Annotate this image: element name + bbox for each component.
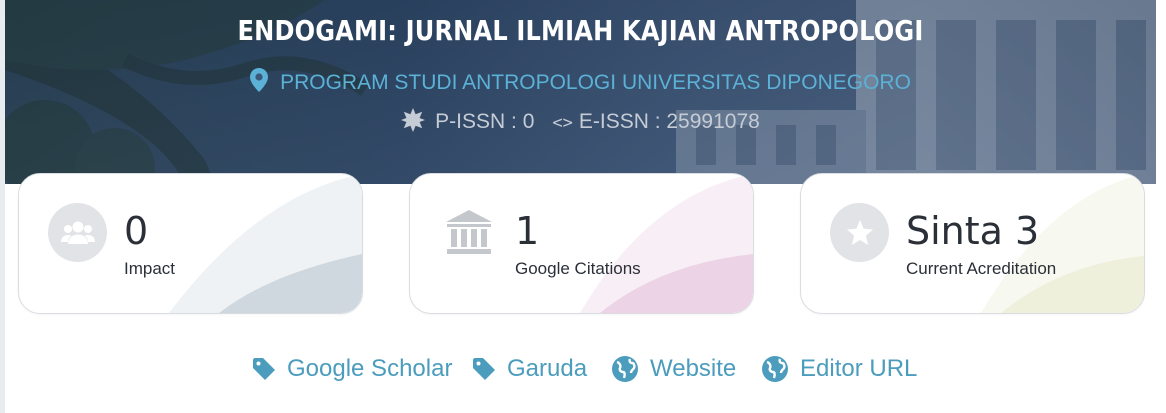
google-scholar-label: Google Scholar	[287, 355, 453, 382]
website-label: Website	[650, 355, 737, 382]
accreditation-value: Sinta 3	[906, 209, 1040, 253]
tag-icon	[473, 358, 495, 380]
issn-line: P-ISSN : 0 <> E-ISSN : 25991078	[5, 108, 1156, 138]
google-scholar-link[interactable]: Google Scholar	[253, 352, 452, 386]
globe-icon	[612, 356, 638, 382]
google-citations-card: 1 Google Citations	[409, 173, 754, 314]
globe-icon	[762, 356, 788, 382]
garuda-label: Garuda	[507, 355, 588, 382]
accreditation-label: Current Acreditation	[906, 259, 1057, 278]
garuda-link[interactable]: Garuda	[473, 352, 587, 386]
users-icon	[48, 203, 107, 262]
certificate-icon	[401, 108, 426, 138]
institution-icon	[439, 203, 498, 262]
p-issn: P-ISSN : 0	[435, 110, 535, 133]
journal-title: ENDOGAMI: JURNAL ILMIAH KAJIAN ANTROPOLO…	[237, 14, 924, 47]
code-icon: <>	[552, 113, 573, 133]
impact-value: 0	[124, 209, 149, 253]
star-icon	[830, 203, 889, 262]
e-issn: E-ISSN : 25991078	[578, 110, 760, 133]
accreditation-card: Sinta 3 Current Acreditation	[800, 173, 1145, 314]
tag-icon	[253, 358, 275, 380]
google-citations-value: 1	[515, 209, 540, 253]
journal-hero-banner: ENDOGAMI: JURNAL ILMIAH KAJIAN ANTROPOLO…	[5, 0, 1156, 184]
editor-url-link[interactable]: Editor URL	[762, 352, 917, 386]
map-pin-icon	[250, 68, 269, 98]
impact-card: 0 Impact	[18, 173, 363, 314]
website-link[interactable]: Website	[612, 352, 736, 386]
impact-label: Impact	[124, 259, 176, 278]
editor-url-label: Editor URL	[800, 355, 918, 382]
google-citations-label: Google Citations	[515, 259, 641, 278]
publisher-name[interactable]: PROGRAM STUDI ANTROPOLOGI UNIVERSITAS DI…	[280, 71, 911, 94]
journal-links-bar: Google Scholar Garuda Website Editor URL	[0, 352, 1166, 386]
publisher-line: PROGRAM STUDI ANTROPOLOGI UNIVERSITAS DI…	[5, 68, 1156, 98]
